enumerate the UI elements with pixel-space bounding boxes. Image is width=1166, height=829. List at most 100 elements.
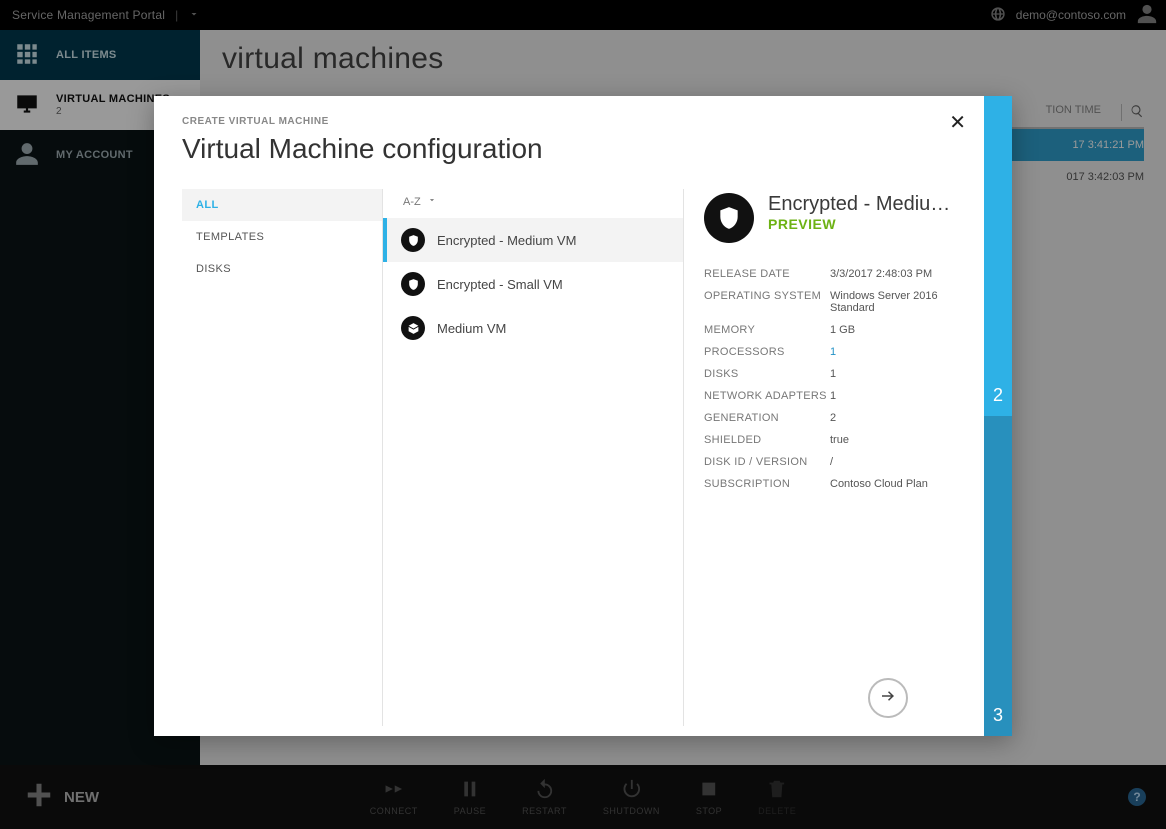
spec-value: 1 [830, 385, 958, 407]
step-label: 2 [993, 385, 1003, 406]
arrow-right-icon [879, 687, 897, 710]
spec-row: SHIELDEDtrue [704, 429, 958, 451]
cell-creation-time: 017 3:42:03 PM [1066, 171, 1144, 183]
modal-template-list: A-Z Encrypted - Medium VM Encrypted - Sm… [382, 189, 684, 726]
close-icon[interactable]: ✕ [949, 110, 966, 135]
sidebar-item-count: 2 [56, 106, 170, 117]
spec-row: SUBSCRIPTIONContoso Cloud Plan [704, 473, 958, 495]
spec-row: DISKS1 [704, 363, 958, 385]
template-label: Encrypted - Medium VM [437, 233, 576, 248]
action-label: STOP [696, 806, 722, 816]
detail-specs-table: RELEASE DATE3/3/2017 2:48:03 PMOPERATING… [704, 263, 958, 495]
power-icon [620, 778, 642, 802]
restart-button[interactable]: RESTART [522, 778, 567, 816]
cube-icon [401, 316, 425, 340]
spec-key: OPERATING SYSTEM [704, 285, 830, 319]
tab-label: ALL [196, 199, 219, 211]
sidebar-item-all-items[interactable]: ALL ITEMS [0, 30, 200, 80]
shield-icon [704, 193, 754, 243]
spec-row: DISK ID / VERSION/ [704, 451, 958, 473]
spec-key: MEMORY [704, 319, 830, 341]
new-button[interactable]: NEW [0, 765, 123, 829]
spec-value: true [830, 429, 958, 451]
trash-icon [766, 778, 788, 802]
spec-value: Windows Server 2016 Standard [830, 285, 958, 319]
wizard-steps: 2 3 [984, 96, 1012, 736]
spec-key: SUBSCRIPTION [704, 473, 830, 495]
sort-dropdown[interactable]: A-Z [383, 189, 683, 218]
spec-value: Contoso Cloud Plan [830, 473, 958, 495]
spec-key: GENERATION [704, 407, 830, 429]
spec-value: 3/3/2017 2:48:03 PM [830, 263, 958, 285]
spec-row: GENERATION2 [704, 407, 958, 429]
spec-value: 2 [830, 407, 958, 429]
spec-key: DISK ID / VERSION [704, 451, 830, 473]
sidebar-item-label: MY ACCOUNT [56, 149, 133, 161]
spec-row: OPERATING SYSTEMWindows Server 2016 Stan… [704, 285, 958, 319]
action-label: RESTART [522, 806, 567, 816]
connect-button[interactable]: CONNECT [370, 778, 418, 816]
template-item-encrypted-medium-vm[interactable]: Encrypted - Medium VM [383, 218, 683, 262]
spec-row: NETWORK ADAPTERS1 [704, 385, 958, 407]
spec-value: 1 GB [830, 319, 958, 341]
chevron-down-icon[interactable] [188, 8, 200, 23]
tab-label: TEMPLATES [196, 231, 264, 243]
action-label: SHUTDOWN [603, 806, 660, 816]
step-3[interactable]: 3 [984, 416, 1012, 736]
shutdown-button[interactable]: SHUTDOWN [603, 778, 660, 816]
spec-row: PROCESSORS1 [704, 341, 958, 363]
spec-value: 1 [830, 341, 958, 363]
cell-creation-time: 17 3:41:21 PM [1072, 139, 1144, 151]
user-avatar-icon [1136, 3, 1158, 28]
tab-disks[interactable]: DISKS [182, 253, 382, 285]
next-button[interactable] [868, 678, 908, 718]
modal-main: CREATE VIRTUAL MACHINE Virtual Machine c… [154, 96, 984, 736]
stop-button[interactable]: STOP [696, 778, 722, 816]
sidebar-item-label: ALL ITEMS [56, 49, 117, 61]
create-vm-modal: CREATE VIRTUAL MACHINE Virtual Machine c… [154, 96, 1012, 736]
topbar: Service Management Portal | demo@contoso… [0, 0, 1166, 30]
tab-templates[interactable]: TEMPLATES [182, 221, 382, 253]
template-item-medium-vm[interactable]: Medium VM [383, 306, 683, 350]
monitor-icon [14, 91, 40, 120]
detail-title: Encrypted - Medium … [768, 193, 958, 216]
new-button-label: NEW [64, 789, 99, 806]
spec-row: RELEASE DATE3/3/2017 2:48:03 PM [704, 263, 958, 285]
action-label: CONNECT [370, 806, 418, 816]
delete-button[interactable]: DELETE [758, 778, 796, 816]
spec-value: / [830, 451, 958, 473]
template-label: Medium VM [437, 321, 506, 336]
spec-key: NETWORK ADAPTERS [704, 385, 830, 407]
step-label: 3 [993, 705, 1003, 726]
person-icon [14, 141, 40, 170]
template-label: Encrypted - Small VM [437, 277, 563, 292]
action-label: DELETE [758, 806, 796, 816]
restart-icon [533, 778, 555, 802]
brand-title: Service Management Portal [12, 8, 165, 22]
topbar-divider: | [175, 8, 178, 22]
modal-detail-panel: Encrypted - Medium … PREVIEW RELEASE DAT… [684, 189, 962, 726]
spec-key: RELEASE DATE [704, 263, 830, 285]
preview-badge: PREVIEW [768, 216, 958, 232]
user-menu[interactable]: demo@contoso.com [990, 3, 1158, 28]
spec-row: MEMORY1 GB [704, 319, 958, 341]
grid-icon [14, 41, 40, 70]
shield-icon [401, 272, 425, 296]
search-icon[interactable] [1121, 104, 1144, 121]
tab-all[interactable]: ALL [182, 189, 382, 221]
modal-left-tabs: ALL TEMPLATES DISKS [182, 189, 382, 726]
spec-key: DISKS [704, 363, 830, 385]
help-label: ? [1133, 790, 1140, 804]
stop-icon [698, 778, 720, 802]
column-creation-time[interactable]: TION TIME [1046, 104, 1121, 121]
sidebar-item-label: VIRTUAL MACHINES [56, 93, 170, 105]
tab-label: DISKS [196, 263, 231, 275]
template-item-encrypted-small-vm[interactable]: Encrypted - Small VM [383, 262, 683, 306]
modal-backdrop: CREATE VIRTUAL MACHINE Virtual Machine c… [0, 0, 1166, 829]
modal-title: Virtual Machine configuration [182, 133, 962, 165]
pause-icon [459, 778, 481, 802]
step-2[interactable]: 2 [984, 96, 1012, 416]
action-label: PAUSE [454, 806, 486, 816]
help-button[interactable]: ? [1128, 788, 1146, 806]
pause-button[interactable]: PAUSE [454, 778, 486, 816]
